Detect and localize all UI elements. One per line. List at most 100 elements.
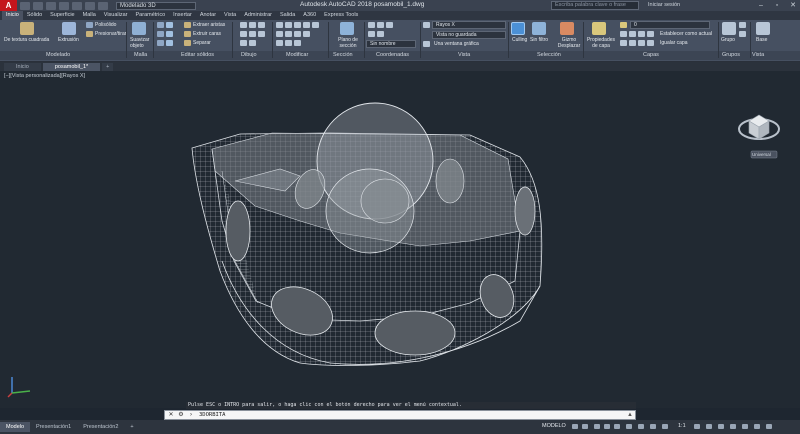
section-plane-icon[interactable]	[340, 22, 354, 35]
separate-button[interactable]: Separar	[193, 40, 211, 46]
annotation-scale[interactable]: 1:1	[678, 423, 686, 429]
layer-unisolate-icon[interactable]	[629, 40, 636, 46]
layer-properties-icon[interactable]	[592, 22, 606, 35]
workspace-icon[interactable]	[694, 424, 700, 429]
drawing-viewport[interactable]: [−][Vista personalizada][Rayos X] Univer…	[0, 71, 800, 408]
match-layer-button[interactable]: Igualar capa	[660, 40, 688, 46]
polysolid-button[interactable]: Polisólido	[95, 22, 116, 28]
culling-button[interactable]: Culling	[512, 37, 527, 43]
trim-icon[interactable]	[294, 22, 301, 28]
maximize-icon[interactable]: ▫	[770, 0, 784, 11]
tab-inicio[interactable]: Inicio	[2, 11, 23, 20]
layout-tab-presentacion1[interactable]: Presentación1	[30, 422, 77, 432]
viewport-config-button[interactable]: Una ventana gráfica	[434, 41, 479, 47]
smooth-object-icon[interactable]	[132, 22, 146, 35]
grid-icon[interactable]	[572, 424, 578, 429]
layer-walk-icon[interactable]	[620, 40, 627, 46]
tab-a360[interactable]: A360	[299, 11, 320, 20]
copy-icon[interactable]	[276, 31, 283, 37]
chevron-up-icon[interactable]: ▲	[627, 412, 635, 418]
subtract2-icon[interactable]	[166, 31, 173, 37]
save-as-icon[interactable]	[59, 1, 69, 10]
snap-icon[interactable]	[582, 424, 588, 429]
extrude-icon[interactable]	[62, 22, 76, 35]
tab-solido[interactable]: Sólido	[23, 11, 46, 20]
close-icon[interactable]: ✕	[786, 0, 800, 11]
extrude-button[interactable]: Extrusión	[58, 37, 79, 43]
hatch-icon[interactable]	[240, 40, 247, 46]
ellipse-icon[interactable]	[249, 40, 256, 46]
no-filter-icon[interactable]	[532, 22, 546, 35]
light-bulb-icon[interactable]	[620, 22, 627, 28]
tab-anotar[interactable]: Anotar	[196, 11, 220, 20]
ungroup-icon[interactable]	[739, 22, 746, 28]
tab-superficie[interactable]: Superficie	[46, 11, 78, 20]
move-icon[interactable]	[276, 22, 283, 28]
rectangle-icon[interactable]	[249, 31, 256, 37]
polyline-icon[interactable]	[249, 22, 256, 28]
panel-label-seccion[interactable]: Sección	[333, 52, 353, 58]
arc-icon[interactable]	[240, 31, 247, 37]
layout-tab-presentacion2[interactable]: Presentación2	[77, 422, 124, 432]
tab-malla[interactable]: Malla	[79, 11, 100, 20]
ucs-y-icon[interactable]	[377, 31, 384, 37]
tab-salida[interactable]: Salida	[276, 11, 299, 20]
annotation-monitor-icon[interactable]	[706, 424, 712, 429]
rotate-icon[interactable]	[285, 22, 292, 28]
layer-iso-icon[interactable]	[620, 31, 627, 37]
save-icon[interactable]	[46, 1, 56, 10]
layer-merge-icon[interactable]	[638, 40, 645, 46]
osnap-icon[interactable]	[614, 424, 620, 429]
transparency-icon[interactable]	[650, 424, 656, 429]
workspace-select[interactable]: Modelado 3D	[116, 1, 196, 10]
new-tab-button[interactable]: +	[102, 63, 114, 71]
panel-label-vista-2[interactable]: Vista	[752, 52, 764, 58]
extrude-faces-button[interactable]: Extruir caras	[193, 31, 221, 37]
tab-parametrico[interactable]: Paramétrico	[132, 11, 170, 20]
scale-icon[interactable]	[285, 40, 292, 46]
union2-icon[interactable]	[166, 22, 173, 28]
isolate-icon[interactable]	[730, 424, 736, 429]
model-space-toggle[interactable]: MODELO	[542, 423, 566, 429]
ucs-origin-icon[interactable]	[386, 22, 393, 28]
layer-off-icon[interactable]	[629, 31, 636, 37]
visual-style-select[interactable]: Rayos X	[432, 21, 506, 29]
polar-icon[interactable]	[604, 424, 610, 429]
move-gizmo-icon[interactable]	[560, 22, 574, 35]
tab-administrar[interactable]: Administrar	[240, 11, 276, 20]
layer-lock-icon[interactable]	[647, 31, 654, 37]
ucs-x-icon[interactable]	[368, 31, 375, 37]
group-edit-icon[interactable]	[739, 31, 746, 37]
fillet-icon[interactable]	[303, 22, 310, 28]
group-button[interactable]: Grupo	[721, 37, 735, 43]
units-icon[interactable]	[718, 424, 724, 429]
viewcube[interactable]	[735, 101, 785, 171]
culling-icon[interactable]	[511, 22, 525, 35]
customization-icon[interactable]	[766, 424, 772, 429]
panel-label-malla[interactable]: Malla	[134, 52, 147, 58]
command-line[interactable]: ✕ ⚙ › 3DORBITA ▲	[164, 410, 636, 420]
offset-icon[interactable]	[294, 31, 301, 37]
explode-icon[interactable]	[294, 40, 301, 46]
tab-insertar[interactable]: Insertar	[169, 11, 196, 20]
panel-label-modificar[interactable]: Modificar	[286, 52, 308, 58]
panel-label-seleccion[interactable]: Selección	[537, 52, 561, 58]
panel-label-grupos[interactable]: Grupos	[722, 52, 740, 58]
clean-screen-icon[interactable]	[754, 424, 760, 429]
section-plane-button[interactable]: Plano de sección	[334, 37, 362, 49]
layout-tab-model[interactable]: Modelo	[0, 422, 31, 432]
union-icon[interactable]	[157, 22, 164, 28]
panel-label-dibujo[interactable]: Dibujo	[241, 52, 257, 58]
smooth-object-button[interactable]: Suavizar objeto	[130, 37, 150, 49]
layer-delete-icon[interactable]	[647, 40, 654, 46]
new-icon[interactable]	[20, 1, 30, 10]
undo-icon[interactable]	[85, 1, 95, 10]
tab-vista[interactable]: Vista	[220, 11, 240, 20]
panel-label-coordenadas[interactable]: Coordenadas	[376, 52, 409, 58]
set-current-button[interactable]: Establecer como actual	[660, 31, 712, 37]
search-input[interactable]: Escriba palabra clave o frase	[551, 1, 639, 10]
selection-cycling-icon[interactable]	[662, 424, 668, 429]
ucs-icon[interactable]	[368, 22, 375, 28]
redo-icon[interactable]	[98, 1, 108, 10]
no-filter-button[interactable]: Sin filtro	[530, 37, 548, 43]
